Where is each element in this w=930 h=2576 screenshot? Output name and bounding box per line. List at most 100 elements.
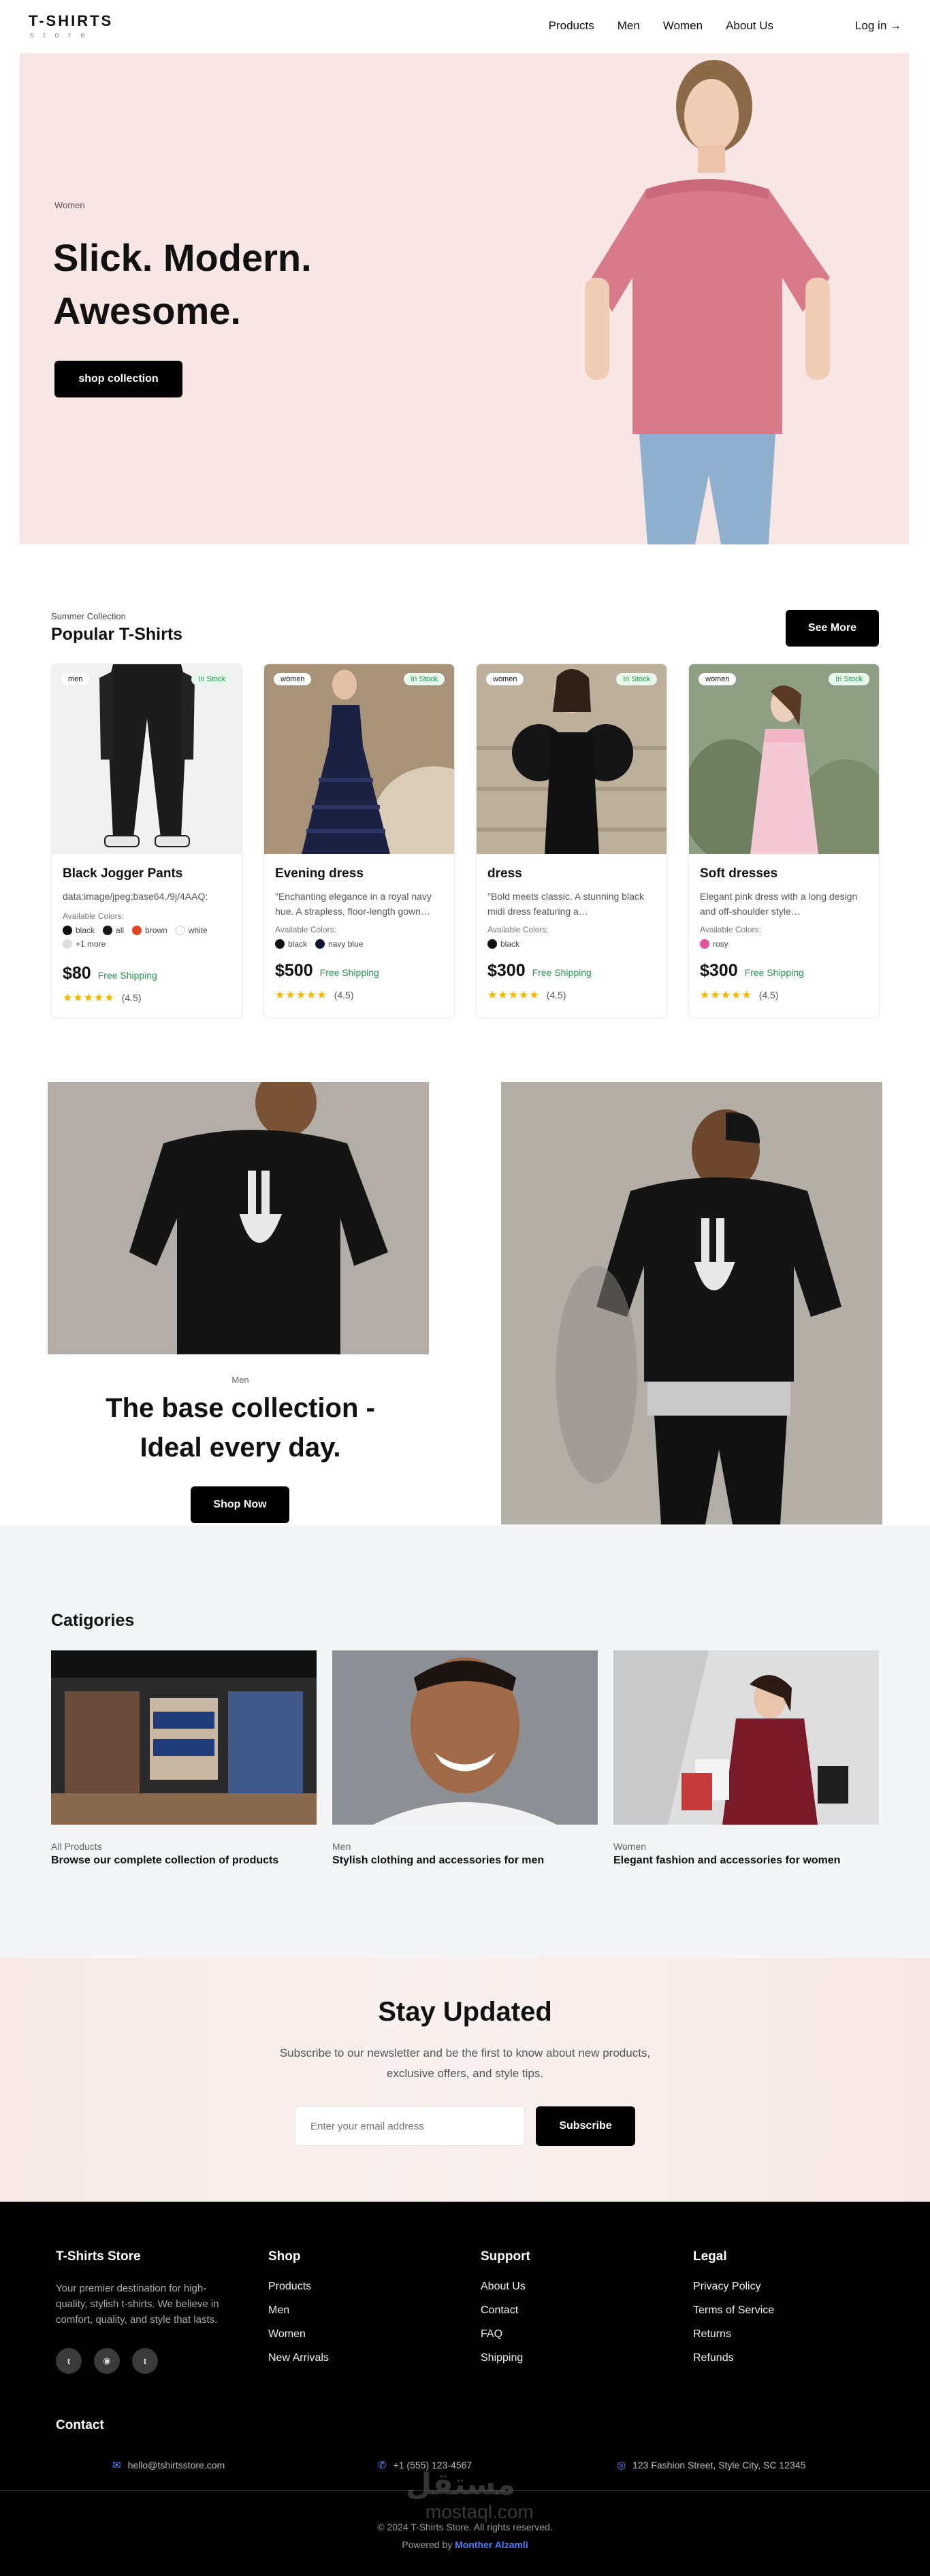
contact-email-text: hello@tshirtsstore.com bbox=[127, 2460, 225, 2471]
category-label: All Products bbox=[51, 1841, 102, 1852]
color-swatch bbox=[700, 939, 709, 949]
color-option[interactable]: black bbox=[275, 939, 307, 949]
powered-by: Powered by Monther Alzamli bbox=[0, 2539, 930, 2550]
footer-link-refunds[interactable]: Refunds bbox=[693, 2352, 774, 2364]
github-icon[interactable]: ◉ bbox=[94, 2348, 120, 2374]
shop-now-button[interactable]: Shop Now bbox=[191, 1486, 289, 1523]
product-card-evening-dress[interactable]: women In Stock Evening dress "Enchanting… bbox=[263, 664, 455, 1018]
category-label: Women bbox=[613, 1841, 646, 1852]
color-swatch bbox=[103, 926, 113, 935]
hero-model-image bbox=[585, 60, 830, 544]
color-swatch bbox=[275, 939, 285, 949]
product-image bbox=[689, 664, 879, 868]
rating-value: (4.5) bbox=[546, 990, 566, 1000]
footer-link-returns[interactable]: Returns bbox=[693, 2328, 774, 2341]
product-name: Soft dresses bbox=[700, 866, 778, 881]
nav-link-men[interactable]: Men bbox=[618, 19, 640, 33]
footer-link-terms[interactable]: Terms of Service bbox=[693, 2304, 774, 2317]
price-row: $300 Free Shipping bbox=[487, 961, 592, 981]
product-category-badge: men bbox=[61, 673, 90, 685]
product-price: $80 bbox=[63, 964, 91, 983]
product-name: Black Jogger Pants bbox=[63, 866, 183, 881]
color-swatch bbox=[487, 939, 497, 949]
nav-link-products[interactable]: Products bbox=[549, 19, 594, 33]
promo-tag: Men bbox=[231, 1375, 249, 1385]
footer-legal-col: Legal Privacy Policy Terms of Service Re… bbox=[693, 2249, 774, 2376]
color-option[interactable]: white bbox=[175, 926, 208, 935]
product-description: "Enchanting elegance in a royal navy hue… bbox=[275, 891, 432, 917]
category-image bbox=[51, 1650, 317, 1825]
in-stock-badge: In Stock bbox=[829, 673, 869, 685]
footer-store-col: T-Shirts Store Your premier destination … bbox=[56, 2249, 226, 2374]
star-rating-icon: ★★★★★ bbox=[700, 990, 752, 1001]
newsletter-text: Subscribe to our newsletter and be the f… bbox=[279, 2047, 651, 2080]
product-name: dress bbox=[487, 866, 522, 881]
subscribe-button[interactable]: Subscribe bbox=[536, 2106, 635, 2146]
nav-link-women[interactable]: Women bbox=[663, 19, 703, 33]
rating-row: ★★★★★ (4.5) bbox=[275, 988, 354, 1002]
footer-link-women[interactable]: Women bbox=[268, 2328, 329, 2341]
footer-support-title: Support bbox=[481, 2249, 530, 2264]
contact-address: ◎ 123 Fashion Street, Style City, SC 123… bbox=[617, 2459, 805, 2471]
color-option[interactable]: all bbox=[103, 926, 124, 935]
footer-store-title: T-Shirts Store bbox=[56, 2249, 141, 2264]
product-category-badge: women bbox=[274, 673, 312, 685]
category-description: Browse our complete collection of produc… bbox=[51, 1855, 279, 1866]
contact-email[interactable]: ✉ hello@tshirtsstore.com bbox=[112, 2459, 225, 2471]
rating-row: ★★★★★ (4.5) bbox=[63, 991, 142, 1005]
footer-support-col: Support About Us Contact FAQ Shipping bbox=[481, 2249, 530, 2376]
more-colors[interactable]: +1 more bbox=[63, 939, 106, 949]
product-price: $500 bbox=[275, 961, 313, 980]
footer-link-products[interactable]: Products bbox=[268, 2281, 329, 2293]
footer-shop-title: Shop bbox=[268, 2249, 301, 2264]
color-option[interactable]: black bbox=[487, 939, 519, 949]
color-option[interactable]: navy blue bbox=[315, 939, 363, 949]
watermark-logo: مستقل bbox=[406, 2468, 515, 2501]
footer-link-about[interactable]: About Us bbox=[481, 2281, 530, 2293]
rating-value: (4.5) bbox=[334, 990, 354, 1000]
in-stock-badge: In Stock bbox=[404, 673, 445, 685]
free-shipping-label: Free Shipping bbox=[97, 970, 157, 981]
color-option[interactable]: rosy bbox=[700, 939, 728, 949]
product-image bbox=[477, 664, 667, 854]
brand-logo[interactable]: T-SHIRTS bbox=[29, 12, 113, 30]
footer-link-shipping[interactable]: Shipping bbox=[481, 2352, 530, 2364]
hero-title-line1: Slick. Modern. bbox=[53, 236, 312, 279]
footer-link-new-arrivals[interactable]: New Arrivals bbox=[268, 2352, 329, 2364]
available-colors-label: Available Colors: bbox=[487, 925, 549, 934]
footer-link-faq[interactable]: FAQ bbox=[481, 2328, 530, 2341]
rating-row: ★★★★★ (4.5) bbox=[487, 988, 566, 1002]
product-price: $300 bbox=[700, 961, 738, 980]
author-link[interactable]: Monther Alzamli bbox=[455, 2539, 528, 2550]
footer-link-men[interactable]: Men bbox=[268, 2304, 329, 2317]
twitter-icon[interactable]: t bbox=[56, 2348, 82, 2374]
color-options: rosy bbox=[700, 939, 873, 949]
color-swatch bbox=[132, 926, 142, 935]
top-navbar: T-SHIRTS store Products Men Women About … bbox=[0, 0, 930, 53]
color-swatch bbox=[315, 939, 325, 949]
color-swatch bbox=[63, 939, 72, 949]
category-card-all-products[interactable]: All Products Browse our complete collect… bbox=[51, 1650, 317, 1867]
login-link[interactable]: Log in → bbox=[855, 19, 901, 33]
color-options: black navy blue bbox=[275, 939, 449, 949]
footer-link-privacy[interactable]: Privacy Policy bbox=[693, 2281, 774, 2293]
color-options: black all brown white +1 more bbox=[63, 926, 236, 949]
footer-link-contact[interactable]: Contact bbox=[481, 2304, 530, 2317]
star-rating-icon: ★★★★★ bbox=[63, 992, 115, 1004]
brand-subtitle: store bbox=[30, 31, 95, 39]
color-option[interactable]: black bbox=[63, 926, 95, 935]
color-option[interactable]: brown bbox=[132, 926, 167, 935]
twitter-alt-icon[interactable]: t bbox=[132, 2348, 158, 2374]
product-card-soft-dresses[interactable]: women In Stock Soft dresses Elegant pink… bbox=[688, 664, 880, 1018]
see-more-button[interactable]: See More bbox=[786, 610, 879, 647]
category-card-men[interactable]: Men Stylish clothing and accessories for… bbox=[332, 1650, 598, 1867]
product-card-dress[interactable]: women In Stock dress "Bold meets classic… bbox=[476, 664, 667, 1018]
nav-link-about[interactable]: About Us bbox=[726, 19, 773, 33]
category-card-women[interactable]: Women Elegant fashion and accessories fo… bbox=[613, 1650, 879, 1867]
product-image bbox=[264, 664, 454, 875]
promo-title-line2: Ideal every day. bbox=[140, 1433, 341, 1463]
newsletter-email-input[interactable] bbox=[295, 2106, 525, 2146]
product-card-black-jogger[interactable]: men In Stock Black Jogger Pants data:ima… bbox=[51, 664, 242, 1018]
shop-collection-button[interactable]: shop collection bbox=[54, 361, 182, 397]
nav-links: Products Men Women About Us bbox=[549, 19, 773, 33]
